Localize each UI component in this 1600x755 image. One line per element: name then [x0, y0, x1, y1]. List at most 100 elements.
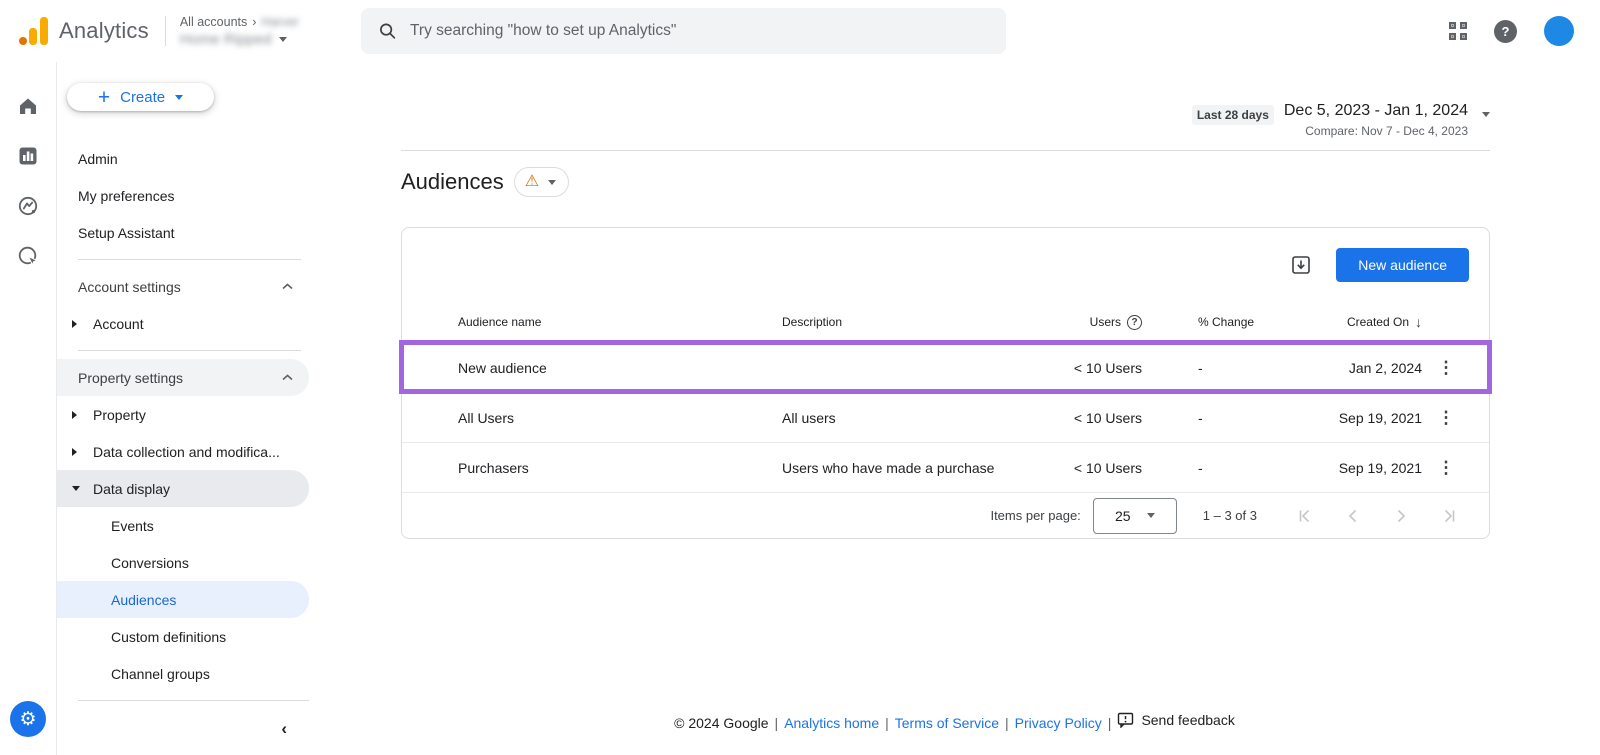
- header-divider: [165, 16, 166, 46]
- sidebar-item-property[interactable]: Property: [57, 396, 309, 433]
- content-divider: [401, 150, 1490, 151]
- chevron-right-icon: [72, 448, 77, 456]
- reports-icon[interactable]: [16, 144, 40, 168]
- sidebar-divider: [78, 259, 301, 260]
- table-row-purchasers[interactable]: Purchasers Users who have made a purchas…: [402, 442, 1489, 492]
- product-name: Analytics: [59, 18, 149, 44]
- create-button-label: Create: [120, 89, 165, 106]
- user-avatar[interactable]: [1544, 16, 1574, 46]
- pagination-range: 1 – 3 of 3: [1203, 508, 1257, 523]
- col-header-audience-name[interactable]: Audience name: [458, 315, 782, 329]
- change-cell: -: [1142, 460, 1292, 476]
- audiences-warning-dropdown[interactable]: ⚠: [514, 167, 569, 197]
- sidebar-item-custom-definitions[interactable]: Custom definitions: [57, 618, 309, 655]
- created-cell: Sep 19, 2021: [1292, 460, 1422, 476]
- warning-icon: ⚠: [525, 174, 539, 190]
- download-icon[interactable]: [1290, 254, 1312, 276]
- explore-icon[interactable]: [16, 194, 40, 218]
- page-size-select[interactable]: 25: [1093, 498, 1177, 534]
- col-header-description[interactable]: Description: [782, 315, 1022, 329]
- sidebar-divider: [78, 700, 309, 701]
- sidebar-item-audiences[interactable]: Audiences: [57, 581, 309, 618]
- account-breadcrumb[interactable]: All accounts › Harver Home Ripped: [180, 15, 299, 48]
- property-switcher-caret-icon[interactable]: [279, 37, 287, 42]
- create-button[interactable]: + Create: [67, 83, 214, 111]
- main-content: Last 28 days Dec 5, 2023 - Jan 1, 2024 C…: [309, 62, 1600, 755]
- select-caret-icon: [1147, 513, 1155, 518]
- users-cell: < 10 Users: [1022, 360, 1142, 376]
- page-footer: © 2024 Google|Analytics home|Terms of Se…: [309, 712, 1600, 731]
- terms-of-service-link[interactable]: Terms of Service: [895, 715, 999, 731]
- row-menu-icon[interactable]: ⋮: [1438, 458, 1455, 478]
- table-row-all-users[interactable]: All Users All users < 10 Users - Sep 19,…: [402, 392, 1489, 442]
- sidebar-divider: [78, 350, 301, 351]
- analytics-logo[interactable]: Analytics: [16, 14, 149, 48]
- next-page-icon[interactable]: [1393, 508, 1409, 524]
- home-icon[interactable]: [16, 94, 40, 118]
- chevron-right-icon: [72, 411, 77, 419]
- date-preset-badge: Last 28 days: [1192, 105, 1274, 125]
- all-accounts-label: All accounts: [180, 15, 247, 29]
- top-header: Analytics All accounts › Harver Home Rip…: [0, 0, 1600, 62]
- col-header-created-on[interactable]: Created On ↓: [1292, 314, 1422, 330]
- row-menu-icon[interactable]: ⋮: [1438, 358, 1455, 378]
- sidebar-item-conversions[interactable]: Conversions: [57, 544, 309, 581]
- send-feedback-button[interactable]: Send feedback: [1117, 712, 1234, 728]
- audience-name-cell[interactable]: Purchasers: [458, 460, 782, 476]
- sidebar-item-admin[interactable]: Admin: [57, 140, 309, 177]
- sidebar-item-account[interactable]: Account: [57, 305, 309, 342]
- sidebar-item-my-preferences[interactable]: My preferences: [57, 177, 309, 214]
- sidebar-item-setup-assistant[interactable]: Setup Assistant: [57, 214, 309, 251]
- description-cell: Users who have made a purchase: [782, 460, 1022, 476]
- audiences-table-card: New audience Audience name Description U…: [401, 227, 1490, 539]
- page-title: Audiences: [401, 169, 504, 195]
- sidebar-item-channel-groups[interactable]: Channel groups: [57, 655, 309, 692]
- global-search[interactable]: [361, 8, 1006, 54]
- chevron-up-icon: [282, 283, 293, 290]
- date-range-text: Dec 5, 2023 - Jan 1, 2024: [1284, 102, 1468, 120]
- advertising-icon[interactable]: [16, 244, 40, 268]
- analytics-home-link[interactable]: Analytics home: [784, 715, 879, 731]
- pagination-bar: Items per page: 25 1 – 3 of 3: [402, 492, 1489, 538]
- row-menu-icon[interactable]: ⋮: [1438, 408, 1455, 428]
- sort-descending-icon: ↓: [1415, 314, 1422, 330]
- admin-gear-icon[interactable]: ⚙: [10, 701, 46, 737]
- account-name-blurred: Harver: [261, 15, 299, 29]
- create-caret-icon: [175, 95, 183, 100]
- new-audience-button[interactable]: New audience: [1336, 248, 1469, 282]
- section-account-settings[interactable]: Account settings: [57, 268, 309, 305]
- change-cell: -: [1142, 410, 1292, 426]
- copyright-text: © 2024 Google: [674, 715, 768, 731]
- date-range-caret-icon[interactable]: [1482, 112, 1490, 117]
- collapse-sidebar-icon[interactable]: ‹: [281, 719, 287, 739]
- change-cell: -: [1142, 360, 1292, 376]
- col-header-users[interactable]: Users ?: [1022, 315, 1142, 330]
- last-page-icon[interactable]: [1441, 508, 1457, 524]
- search-input[interactable]: [410, 22, 988, 40]
- sidebar-item-data-display[interactable]: Data display: [57, 470, 309, 507]
- description-cell: All users: [782, 410, 1022, 426]
- audience-name-cell[interactable]: All Users: [458, 410, 782, 426]
- previous-page-icon[interactable]: [1345, 508, 1361, 524]
- sidebar-item-events[interactable]: Events: [57, 507, 309, 544]
- privacy-policy-link[interactable]: Privacy Policy: [1015, 715, 1102, 731]
- feedback-icon: [1117, 712, 1134, 728]
- col-header-change[interactable]: % Change: [1142, 315, 1292, 329]
- search-icon: [379, 22, 396, 40]
- section-property-settings[interactable]: Property settings: [57, 359, 309, 396]
- diagnostics-grid-icon[interactable]: [1449, 22, 1467, 40]
- created-cell: Sep 19, 2021: [1292, 410, 1422, 426]
- first-page-icon[interactable]: [1297, 508, 1313, 524]
- date-range-picker[interactable]: Last 28 days Dec 5, 2023 - Jan 1, 2024 C…: [401, 102, 1490, 138]
- breadcrumb-chevron-icon: ›: [252, 15, 256, 29]
- help-icon[interactable]: ?: [1494, 20, 1517, 43]
- date-compare-text: Compare: Nov 7 - Dec 4, 2023: [1284, 124, 1468, 138]
- audience-name-cell[interactable]: New audience: [458, 360, 782, 376]
- chevron-right-icon: [72, 320, 77, 328]
- sidebar-item-data-collection[interactable]: Data collection and modifica...: [57, 433, 309, 470]
- table-row-new-audience[interactable]: New audience < 10 Users - Jan 2, 2024 ⋮: [402, 342, 1489, 392]
- nav-rail: ⚙: [0, 62, 57, 755]
- table-header-row: Audience name Description Users ? % Chan…: [402, 302, 1489, 342]
- users-help-icon[interactable]: ?: [1127, 315, 1142, 330]
- users-cell: < 10 Users: [1022, 460, 1142, 476]
